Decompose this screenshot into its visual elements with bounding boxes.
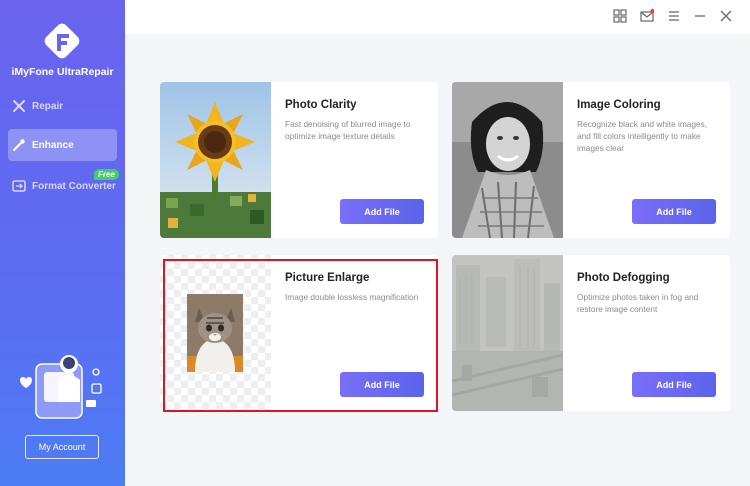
illustration-icon xyxy=(20,355,102,419)
card-photo-clarity: Photo Clarity Fast denoising of blurred … xyxy=(160,82,438,238)
card-title: Photo Clarity xyxy=(285,99,357,111)
card-image-coloring: Image Coloring Recognize black and white… xyxy=(452,82,730,238)
sidebar-item-repair[interactable]: Repair xyxy=(8,90,117,122)
tools-icon xyxy=(12,99,26,113)
foggy-city-thumbnail xyxy=(452,255,563,411)
card-description: Optimize photos taken in fog and restore… xyxy=(577,292,699,314)
app-name: iMyFone UltraRepair xyxy=(11,66,114,78)
card-title: Photo Defogging xyxy=(577,272,670,284)
free-badge: Free xyxy=(94,169,119,180)
card-title: Image Coloring xyxy=(577,99,661,111)
add-file-button[interactable]: Add File xyxy=(340,199,424,224)
highlight-box xyxy=(163,259,438,412)
menu-icon[interactable] xyxy=(667,9,681,23)
sidebar: iMyFone UltraRepair Repair Enhance Forma… xyxy=(0,0,125,486)
sidebar-item-label: Format Converter xyxy=(32,180,116,192)
card-description: Recognize black and white images, and fi… xyxy=(577,119,708,153)
app-logo-icon xyxy=(44,23,80,59)
mail-icon[interactable] xyxy=(640,9,654,23)
magic-wand-icon xyxy=(12,138,26,152)
card-photo-defogging: Photo Defogging Optimize photos taken in… xyxy=(452,255,730,411)
title-bar xyxy=(125,0,750,34)
sunflower-thumbnail xyxy=(160,82,271,238)
sidebar-item-label: Repair xyxy=(32,100,64,112)
convert-icon xyxy=(12,179,26,193)
grid-icon[interactable] xyxy=(613,9,627,23)
add-file-button[interactable]: Add File xyxy=(632,199,716,224)
sidebar-item-label: Enhance xyxy=(32,139,74,151)
sidebar-item-enhance[interactable]: Enhance xyxy=(8,129,117,161)
close-icon[interactable] xyxy=(719,9,733,23)
minimize-icon[interactable] xyxy=(693,9,707,23)
bw-portrait-thumbnail xyxy=(452,82,563,238)
add-file-button[interactable]: Add File xyxy=(632,372,716,397)
my-account-button[interactable]: My Account xyxy=(25,435,99,459)
card-description: Fast denoising of blurred image to optim… xyxy=(285,119,411,141)
